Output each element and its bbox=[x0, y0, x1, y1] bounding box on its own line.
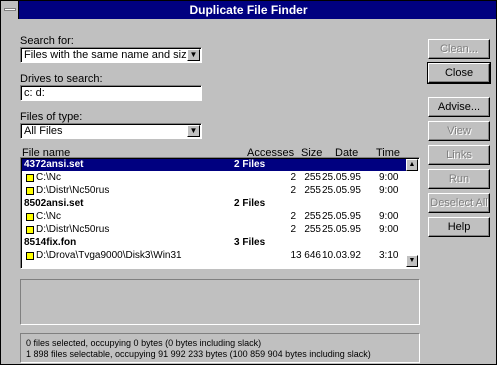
folder-icon bbox=[26, 174, 34, 182]
file-row[interactable]: C:\Nc 2 255 25.05.95 9:00 bbox=[22, 211, 406, 223]
clean-button[interactable]: Clean... bbox=[428, 39, 490, 59]
group-file-count: 2 Files bbox=[234, 198, 266, 209]
duplicate-file-finder-window: Duplicate File Finder Search for: Files … bbox=[0, 0, 497, 365]
advise-button[interactable]: Advise... bbox=[428, 97, 490, 117]
search-for-label: Search for: bbox=[20, 35, 74, 47]
file-row[interactable]: D:\Drova\Tvga9000\Disk3\Win31 1 3 646 10.03… bbox=[22, 250, 406, 262]
file-row[interactable]: C:\Nc 2 255 25.05.95 9:00 bbox=[22, 172, 406, 184]
group-file-name: 4372ansi.set bbox=[24, 159, 84, 170]
status-panel: 0 files selected, occupying 0 bytes (0 b… bbox=[20, 333, 420, 363]
file-date: 10.03.92 bbox=[322, 250, 361, 261]
file-accesses: 2 bbox=[290, 211, 296, 222]
scroll-down-arrow-icon[interactable]: ▼ bbox=[406, 255, 418, 267]
group-row[interactable]: 8502ansi.set 2 Files bbox=[22, 198, 406, 210]
files-of-type-label: Files of type: bbox=[20, 111, 83, 123]
drives-label: Drives to search: bbox=[20, 73, 103, 85]
folder-icon bbox=[26, 213, 34, 221]
file-path: C:\Nc bbox=[36, 211, 61, 222]
help-button[interactable]: Help bbox=[428, 217, 490, 237]
file-accesses: 2 bbox=[290, 224, 296, 235]
file-time: 3:10 bbox=[379, 250, 399, 261]
file-row[interactable]: D:\Distr\Nc50rus 2 255 25.05.95 9:00 bbox=[22, 185, 406, 197]
file-time: 9:00 bbox=[379, 185, 399, 196]
file-date: 25.05.95 bbox=[322, 172, 361, 183]
file-size: 255 bbox=[304, 172, 321, 183]
file-path: D:\Distr\Nc50rus bbox=[36, 185, 110, 196]
file-accesses: 2 bbox=[290, 172, 296, 183]
group-file-name: 8514fix.fon bbox=[24, 237, 77, 248]
duplicate-file-list[interactable]: 4372ansi.set 2 Files C:\Nc 2 255 25.05.95 9:00… bbox=[20, 157, 420, 269]
file-accesses: 2 bbox=[290, 185, 296, 196]
file-date: 25.05.95 bbox=[322, 211, 361, 222]
file-size: 255 bbox=[304, 224, 321, 235]
file-row[interactable]: D:\Distr\Nc50rus 2 255 25.05.95 9:00 bbox=[22, 224, 406, 236]
file-size: 255 bbox=[304, 211, 321, 222]
search-for-value: Files with the same name and size bbox=[24, 49, 193, 61]
group-file-count: 3 Files bbox=[234, 237, 266, 248]
status-selected: 0 files selected, occupying 0 bytes (0 b… bbox=[26, 338, 262, 348]
file-date: 25.05.95 bbox=[322, 224, 361, 235]
dropdown-arrow-icon[interactable]: ▼ bbox=[187, 125, 200, 137]
close-button[interactable]: Close bbox=[427, 62, 491, 84]
folder-icon bbox=[26, 187, 34, 195]
file-path: D:\Distr\Nc50rus bbox=[36, 224, 110, 235]
file-time: 9:00 bbox=[379, 224, 399, 235]
system-menu-icon[interactable] bbox=[1, 1, 19, 19]
group-row[interactable]: 4372ansi.set 2 Files bbox=[22, 159, 406, 171]
file-size: 3 646 bbox=[295, 250, 321, 261]
scroll-up-arrow-icon[interactable]: ▲ bbox=[406, 159, 418, 171]
folder-icon bbox=[26, 226, 34, 234]
folder-icon bbox=[26, 252, 34, 260]
file-size: 255 bbox=[304, 185, 321, 196]
group-row[interactable]: 8514fix.fon 3 Files bbox=[22, 237, 406, 249]
file-date: 25.05.95 bbox=[322, 185, 361, 196]
drives-input[interactable]: c: d: bbox=[20, 85, 202, 101]
search-for-select[interactable]: Files with the same name and size ▼ bbox=[20, 47, 202, 63]
dropdown-arrow-icon[interactable]: ▼ bbox=[187, 49, 200, 61]
status-selectable: 1 898 files selectable, occupying 91 992… bbox=[26, 349, 371, 359]
vertical-scrollbar[interactable]: ▲ ▼ bbox=[406, 159, 418, 267]
files-of-type-select[interactable]: All Files ▼ bbox=[20, 123, 202, 139]
file-path: D:\Drova\Tvga9000\Disk3\Win31 bbox=[36, 250, 182, 261]
preview-panel bbox=[20, 279, 420, 325]
group-file-name: 8502ansi.set bbox=[24, 198, 84, 209]
deselect-all-button[interactable]: Deselect All bbox=[428, 193, 490, 213]
files-of-type-value: All Files bbox=[24, 125, 63, 137]
file-time: 9:00 bbox=[379, 211, 399, 222]
title-bar: Duplicate File Finder bbox=[1, 1, 496, 19]
window-title: Duplicate File Finder bbox=[189, 3, 308, 17]
file-path: C:\Nc bbox=[36, 172, 61, 183]
run-button[interactable]: Run bbox=[428, 169, 490, 189]
file-time: 9:00 bbox=[379, 172, 399, 183]
group-file-count: 2 Files bbox=[234, 159, 266, 170]
links-button[interactable]: Links bbox=[428, 145, 490, 165]
view-button[interactable]: View bbox=[428, 121, 490, 141]
